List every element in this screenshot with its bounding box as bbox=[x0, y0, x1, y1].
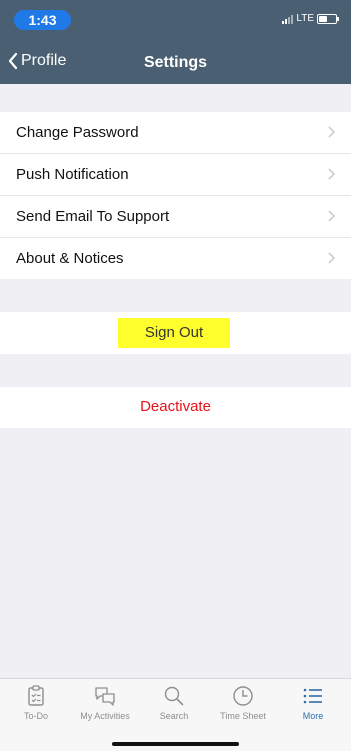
chevron-right-icon bbox=[328, 252, 335, 264]
sign-out-button[interactable]: Sign Out bbox=[118, 318, 230, 348]
status-bar: 1:43 LTE bbox=[0, 0, 351, 42]
tab-label: To-Do bbox=[23, 711, 48, 721]
navigation-bar: Profile Settings bbox=[0, 42, 351, 84]
chevron-right-icon bbox=[328, 168, 335, 180]
search-icon bbox=[164, 686, 184, 706]
list-icon bbox=[303, 688, 322, 704]
status-indicators: LTE bbox=[282, 13, 339, 25]
signal-icon bbox=[282, 14, 294, 24]
sign-out-section: Sign Out bbox=[0, 312, 351, 354]
page-title: Settings bbox=[143, 54, 208, 71]
tab-label: Search bbox=[159, 711, 189, 721]
tab-time-sheet[interactable]: Time Sheet bbox=[208, 685, 278, 721]
chevron-right-icon bbox=[328, 210, 335, 222]
clock-icon bbox=[233, 686, 253, 706]
tab-label: More bbox=[302, 711, 324, 721]
tab-more[interactable]: More bbox=[278, 685, 348, 721]
header: 1:43 LTE Profile Settings bbox=[0, 0, 351, 84]
settings-row-label: Push Notification bbox=[16, 166, 129, 183]
battery-icon bbox=[317, 14, 339, 24]
network-type: LTE bbox=[296, 13, 314, 24]
deactivate-section: Deactivate bbox=[0, 387, 351, 428]
tab-label: Time Sheet bbox=[220, 711, 266, 721]
tab-my-activities[interactable]: My Activities bbox=[70, 685, 140, 721]
settings-row-change-password[interactable]: Change Password bbox=[0, 112, 351, 153]
deactivate-button[interactable]: Deactivate bbox=[0, 398, 351, 415]
chat-bubbles-icon bbox=[95, 687, 115, 706]
tab-bar: To-Do My Activities Search Time Sheet Mo… bbox=[0, 678, 351, 751]
settings-row-label: About & Notices bbox=[16, 250, 124, 267]
tab-search[interactable]: Search bbox=[139, 685, 209, 721]
clipboard-icon bbox=[28, 685, 44, 706]
settings-row-send-email-to-support[interactable]: Send Email To Support bbox=[0, 196, 351, 237]
settings-row-label: Change Password bbox=[16, 124, 139, 141]
chevron-right-icon bbox=[328, 126, 335, 138]
settings-row-push-notification[interactable]: Push Notification bbox=[0, 154, 351, 195]
home-indicator bbox=[112, 742, 239, 746]
tab-label: My Activities bbox=[80, 711, 130, 721]
status-time: 1:43 bbox=[14, 10, 71, 30]
settings-list: Change Password Push Notification Send E… bbox=[0, 112, 351, 279]
settings-row-about-notices[interactable]: About & Notices bbox=[0, 238, 351, 279]
settings-row-label: Send Email To Support bbox=[16, 208, 170, 225]
tab-to-do[interactable]: To-Do bbox=[1, 685, 71, 721]
